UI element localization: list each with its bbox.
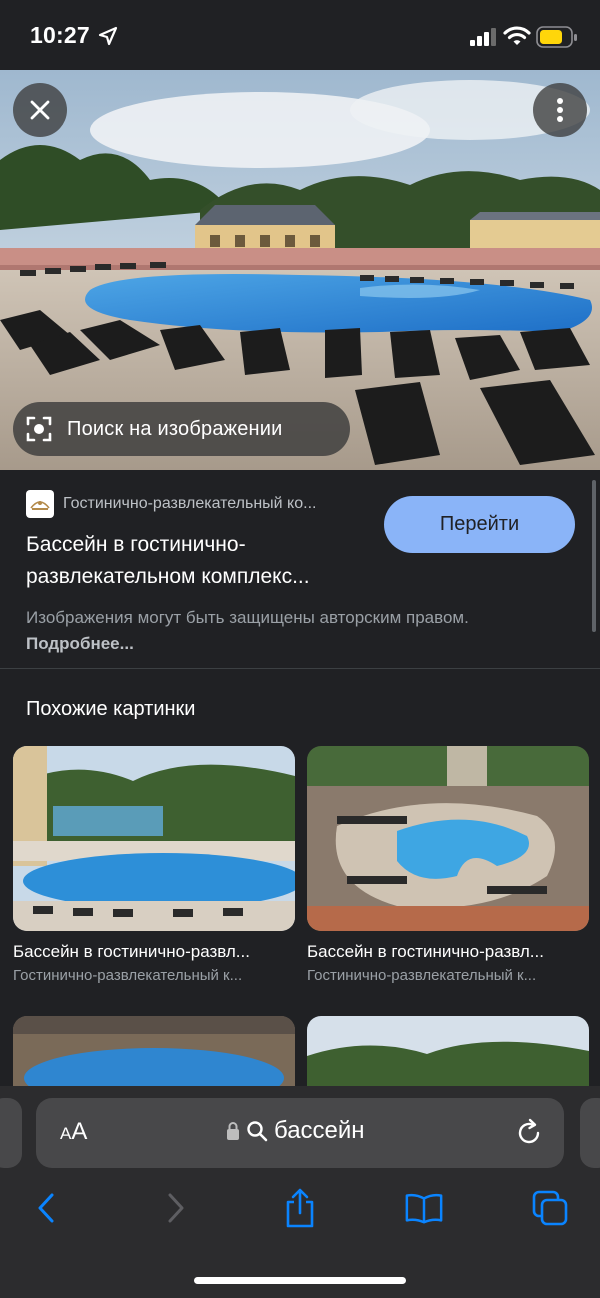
status-bar: 10:27 [0, 0, 600, 70]
similar-image-source: Гостинично-развлекательный к... [13, 967, 243, 984]
similar-image-thumbnail[interactable] [13, 1016, 295, 1096]
similar-image-thumbnail [13, 746, 295, 931]
similar-image-card[interactable]: Бассейн в гостинично-развл... Гостинично… [307, 746, 589, 984]
copyright-notice: Изображения могут быть защищены авторски… [26, 605, 496, 657]
lens-icon [26, 416, 52, 442]
close-button[interactable] [13, 83, 67, 137]
cellular-signal-icon [470, 28, 496, 46]
lens-label: Поиск на изображении [67, 417, 283, 440]
learn-more-link[interactable]: Подробнее... [26, 634, 134, 653]
address-content[interactable]: бассейн [226, 1117, 365, 1145]
forward-button[interactable] [156, 1188, 196, 1228]
previous-tab-peek[interactable] [0, 1098, 22, 1168]
more-vert-icon [557, 98, 563, 122]
bookmarks-button[interactable] [404, 1188, 444, 1228]
book-icon [405, 1193, 443, 1224]
share-icon [286, 1188, 314, 1228]
share-button[interactable] [280, 1188, 320, 1228]
reader-text-size-button[interactable]: AA [60, 1118, 87, 1146]
url-text: бассейн [274, 1117, 365, 1144]
source-row[interactable]: Гостинично-развлекательный ко... [26, 490, 316, 518]
similar-image-title: Бассейн в гостинично-развл... [13, 942, 250, 961]
status-time: 10:27 [30, 22, 90, 48]
visit-button[interactable]: Перейти [384, 496, 575, 553]
hero-image[interactable]: Поиск на изображении [0, 70, 600, 470]
copyright-text: Изображения могут быть защищены авторски… [26, 608, 469, 627]
reload-icon[interactable] [514, 1118, 544, 1148]
tabs-button[interactable] [530, 1188, 570, 1228]
chevron-left-icon [38, 1193, 54, 1223]
similar-image-thumbnail [307, 746, 589, 931]
battery-icon [536, 26, 577, 48]
home-indicator [194, 1277, 406, 1284]
source-name: Гостинично-развлекательный ко... [63, 495, 317, 512]
next-tab-peek[interactable] [580, 1098, 600, 1168]
tabs-icon [532, 1190, 568, 1226]
browser-toolbar: AA бассейн [0, 1086, 600, 1298]
similar-images-heading: Похожие картинки [26, 698, 196, 720]
back-button[interactable] [26, 1188, 66, 1228]
address-bar[interactable]: AA бассейн [36, 1098, 564, 1168]
wifi-icon [503, 26, 531, 45]
result-title[interactable]: Бассейн в гостинично-развлекательном ком… [26, 529, 371, 593]
scroll-indicator [592, 480, 596, 632]
search-in-image-button[interactable]: Поиск на изображении [13, 402, 350, 456]
lock-icon [227, 1122, 239, 1140]
more-options-button[interactable] [533, 83, 587, 137]
similar-image-title: Бассейн в гостинично-развл... [307, 942, 544, 961]
section-divider [0, 668, 600, 669]
search-icon [247, 1121, 268, 1142]
result-info-panel: Гостинично-развлекательный ко... Бассейн… [0, 470, 600, 668]
chevron-right-icon [168, 1193, 184, 1223]
similar-image-thumbnail[interactable] [307, 1016, 589, 1096]
close-icon [30, 100, 50, 120]
similar-image-source: Гостинично-развлекательный к... [307, 967, 537, 984]
source-logo-mark [30, 501, 50, 510]
location-arrow-icon [98, 26, 118, 46]
source-logo [26, 490, 54, 518]
similar-image-card[interactable]: Бассейн в гостинично-развл... Гостинично… [13, 746, 295, 984]
